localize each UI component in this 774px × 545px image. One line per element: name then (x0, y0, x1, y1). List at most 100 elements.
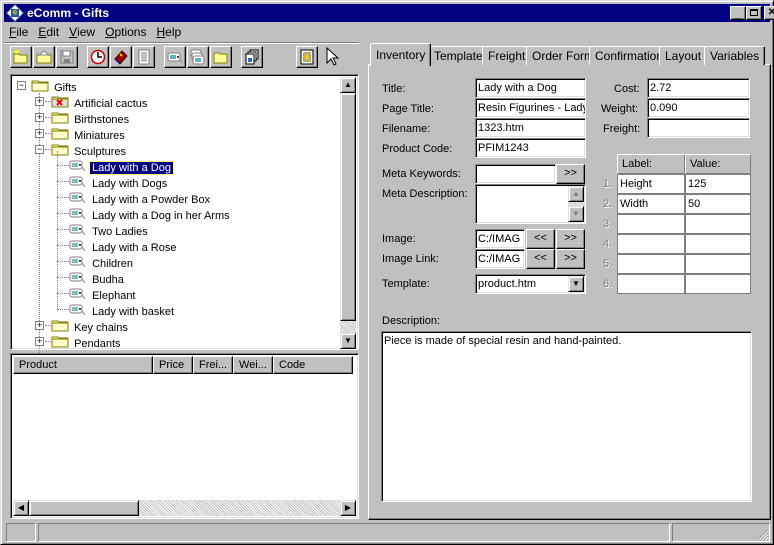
attribute-label-cell[interactable] (617, 234, 685, 254)
description-field[interactable]: Piece is made of special resin and hand-… (381, 331, 752, 502)
menu-view[interactable]: View (64, 23, 100, 41)
image-link-prev-button[interactable]: << (526, 249, 555, 269)
image-link-next-button[interactable]: >> (556, 249, 585, 269)
minimize-button[interactable]: _ (730, 6, 746, 20)
attribute-label-cell[interactable]: Width (617, 194, 685, 214)
column-header-code[interactable]: Code (273, 356, 353, 374)
cost-field[interactable]: 2.72 (647, 78, 750, 98)
template-select[interactable]: product.htm ▼ (475, 274, 586, 294)
pane-splitter[interactable] (361, 43, 367, 521)
expand-toggle[interactable]: + (35, 97, 44, 106)
menu-help[interactable]: Help (151, 23, 186, 41)
attribute-value-cell[interactable]: 50 (685, 194, 751, 214)
attribute-value-cell[interactable] (685, 214, 751, 234)
horizontal-scroll-thumb[interactable] (29, 500, 139, 516)
collapse-toggle[interactable]: − (17, 81, 26, 90)
scroll-right-button[interactable]: ▶ (340, 500, 356, 516)
tree-node-product[interactable]: Lady with basket (69, 301, 176, 318)
tab-inventory[interactable]: Inventory (370, 43, 432, 66)
products-button[interactable] (187, 46, 209, 68)
title-bar[interactable]: e eComm - Gifts _ ✕ (4, 3, 774, 23)
image-next-button[interactable]: >> (556, 229, 585, 249)
select-mode-button[interactable] (325, 46, 341, 67)
attribute-value-cell[interactable] (685, 234, 751, 254)
menu-edit[interactable]: Edit (33, 23, 64, 41)
tab-freight[interactable]: Freight (482, 46, 532, 65)
column-header-price[interactable]: Price (153, 356, 193, 374)
report-button[interactable] (133, 46, 155, 68)
attribute-value-cell[interactable]: 125 (685, 174, 751, 194)
horizontal-scrollbar[interactable]: ◀ ▶ (13, 500, 356, 516)
expand-toggle[interactable]: + (35, 321, 44, 330)
tree-node-product[interactable]: Lady with Dogs (69, 173, 169, 190)
column-header-product[interactable]: Product (13, 356, 153, 374)
expand-toggle[interactable]: + (35, 113, 44, 122)
schedule-button[interactable] (87, 46, 109, 68)
tree-node-gifts[interactable]: Gifts (31, 77, 79, 94)
scroll-up-button[interactable]: ▲ (568, 186, 584, 202)
tree-node-product[interactable]: Lady with a Dog in her Arms (69, 205, 232, 222)
tree-node-category[interactable]: Miniatures (51, 125, 127, 142)
expand-toggle[interactable]: + (35, 129, 44, 138)
new-button[interactable] (10, 46, 32, 68)
menu-options[interactable]: Options (100, 23, 151, 41)
collapse-toggle[interactable]: − (35, 145, 44, 154)
scroll-down-button[interactable]: ▼ (340, 333, 356, 349)
product-code-field[interactable]: PFIM1243 (475, 138, 586, 158)
tree-node-product[interactable]: Lady with a Dog (69, 157, 174, 175)
column-header-weight[interactable]: Wei... (233, 356, 273, 374)
tree-node-category[interactable]: Sculptures (51, 141, 128, 158)
tree-node-product[interactable]: Elephant (69, 285, 138, 302)
weight-field[interactable]: 0.090 (647, 98, 750, 118)
vertical-scroll-thumb[interactable] (340, 93, 356, 321)
tree-node-product[interactable]: Lady with a Rose (69, 237, 178, 254)
tab-template[interactable]: Template (428, 46, 489, 65)
pages-button[interactable] (241, 46, 263, 68)
meta-keywords-field[interactable] (475, 164, 556, 184)
category-button[interactable] (210, 46, 232, 68)
product-button[interactable] (164, 46, 186, 68)
freight-field[interactable] (647, 118, 750, 138)
tab-confirmation[interactable]: Confirmation (589, 46, 670, 65)
attribute-label-cell[interactable]: Height (617, 174, 685, 194)
meta-description-field[interactable]: ▲ ▼ (475, 184, 586, 224)
tree-node-category[interactable]: Key chains (51, 317, 130, 334)
vertical-scrollbar[interactable]: ▲ ▼ (340, 77, 356, 349)
tab-layout[interactable]: Layout (659, 46, 708, 65)
tree-node-product[interactable]: Two Ladies (69, 221, 150, 238)
image-prev-button[interactable]: << (526, 229, 555, 249)
meta-description-scrollbar[interactable]: ▲ ▼ (568, 186, 584, 222)
open-button[interactable] (33, 46, 55, 68)
tree-node-category[interactable]: Birthstones (51, 109, 131, 126)
save-button[interactable] (56, 46, 78, 68)
menu-file[interactable]: File (4, 23, 33, 41)
attribute-label-cell[interactable] (617, 274, 685, 294)
image-link-field[interactable]: C:/IMAG (475, 249, 525, 269)
product-list[interactable]: Product Price Frei... Wei... Code ◀ ▶ (10, 353, 359, 519)
category-tree[interactable]: − Gifts + Artificial cactus + Birthstones +… (10, 74, 359, 355)
attribute-label-cell[interactable] (617, 254, 685, 274)
tree-node-category[interactable]: Artificial cactus (51, 93, 149, 110)
attribute-value-cell[interactable] (685, 274, 751, 294)
page-title-field[interactable]: Resin Figurines - Lady (475, 98, 586, 118)
scroll-down-button[interactable]: ▼ (568, 206, 584, 222)
scroll-up-button[interactable]: ▲ (340, 77, 356, 93)
chevron-down-icon[interactable]: ▼ (568, 276, 584, 292)
attribute-value-cell[interactable] (685, 254, 751, 274)
close-button[interactable]: ✕ (764, 6, 774, 20)
catalog-button[interactable] (110, 46, 132, 68)
maximize-button[interactable] (746, 6, 762, 20)
ecomm-app-icon[interactable]: e (5, 3, 25, 23)
tree-node-product[interactable]: Budha (69, 269, 126, 286)
tree-node-category[interactable]: Pendants (51, 333, 123, 350)
publish-button[interactable] (296, 46, 318, 68)
attribute-label-cell[interactable] (617, 214, 685, 234)
meta-keywords-button[interactable]: >> (556, 164, 585, 184)
column-header-freight[interactable]: Frei... (193, 356, 233, 374)
filename-field[interactable]: 1323.htm (475, 118, 586, 138)
tree-node-product[interactable]: Children (69, 253, 135, 270)
image-field[interactable]: C:/IMAG (475, 229, 525, 249)
expand-toggle[interactable]: + (35, 337, 44, 346)
resize-grip-icon[interactable] (757, 529, 769, 541)
tab-variables[interactable]: Variables (704, 46, 766, 65)
